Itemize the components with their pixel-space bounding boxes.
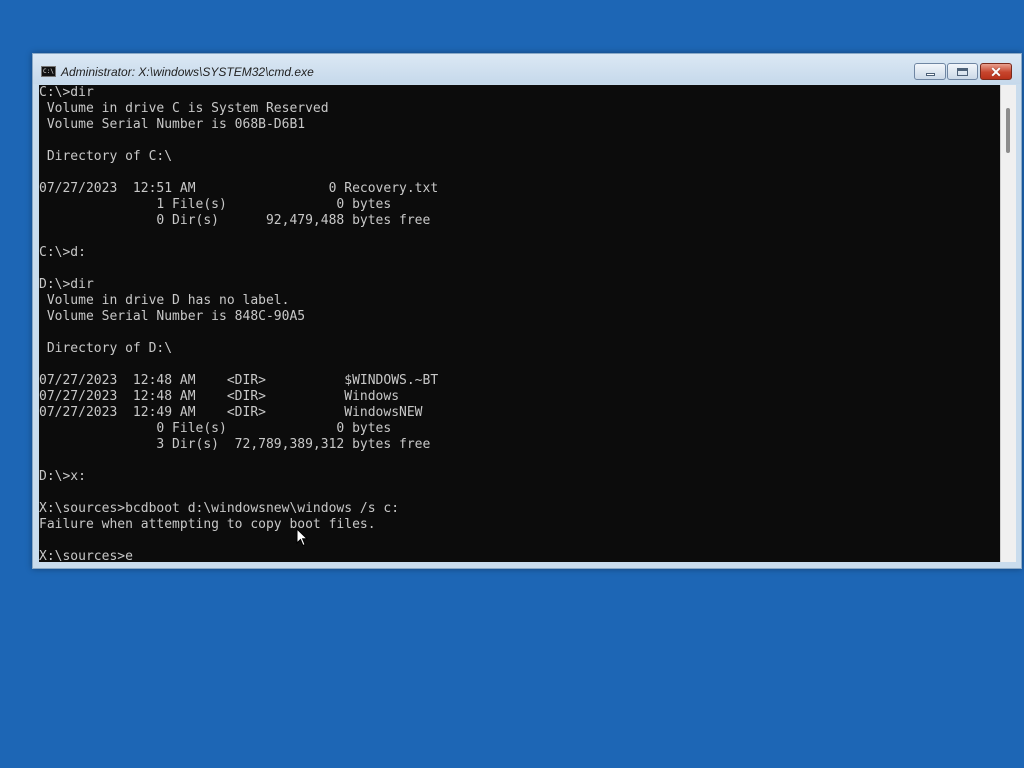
console-line: C:\>d:: [39, 245, 86, 260]
console-line: Failure when attempting to copy boot fil…: [39, 517, 376, 532]
console-line: Directory of D:\: [39, 341, 173, 356]
console-line: Volume Serial Number is 068B-D6B1: [39, 117, 306, 132]
console-line: X:\sources>e: [39, 549, 133, 562]
close-icon: ✕: [990, 63, 1002, 80]
vertical-scrollbar[interactable]: [1000, 85, 1016, 562]
maximize-button[interactable]: [947, 63, 978, 80]
maximize-icon: [948, 64, 977, 79]
console-line: D:\>x:: [39, 469, 86, 484]
console-line: 3 Dir(s) 72,789,389,312 bytes free: [39, 437, 431, 452]
minimize-button[interactable]: [914, 63, 946, 80]
console-line: 07/27/2023 12:48 AM <DIR> Windows: [39, 389, 400, 404]
mouse-pointer-icon: [296, 528, 308, 547]
close-button[interactable]: ✕: [980, 63, 1012, 80]
console-line: 07/27/2023 12:51 AM 0 Recovery.txt: [39, 181, 439, 196]
console-line: X:\sources>bcdboot d:\windowsnew\windows…: [39, 501, 400, 516]
scrollbar-thumb[interactable]: [1006, 108, 1010, 153]
console-line: C:\>dir: [39, 85, 94, 100]
console-line: Volume in drive C is System Reserved: [39, 101, 329, 116]
console-line: 1 File(s) 0 bytes: [39, 197, 392, 212]
console-line: D:\>dir: [39, 277, 94, 292]
minimize-icon: [915, 64, 945, 79]
title-bar[interactable]: C:\ Administrator: X:\windows\SYSTEM32\c…: [33, 54, 1021, 84]
console-line: Volume Serial Number is 848C-90A5: [39, 309, 306, 324]
console-line: Directory of C:\: [39, 149, 173, 164]
console-output[interactable]: C:\>dir Volume in drive C is System Rese…: [39, 85, 1000, 562]
console-line: 07/27/2023 12:48 AM <DIR> $WINDOWS.~BT: [39, 373, 439, 388]
window-title: Administrator: X:\windows\SYSTEM32\cmd.e…: [61, 65, 314, 79]
cmd-window: C:\ Administrator: X:\windows\SYSTEM32\c…: [32, 53, 1022, 569]
console-line: 07/27/2023 12:49 AM <DIR> WindowsNEW: [39, 405, 423, 420]
console-text: C:\>dir Volume in drive C is System Rese…: [39, 85, 1000, 562]
console-line: 0 File(s) 0 bytes: [39, 421, 392, 436]
console-line: 0 Dir(s) 92,479,488 bytes free: [39, 213, 431, 228]
console-line: Volume in drive D has no label.: [39, 293, 290, 308]
cmd-icon: C:\: [41, 66, 56, 77]
